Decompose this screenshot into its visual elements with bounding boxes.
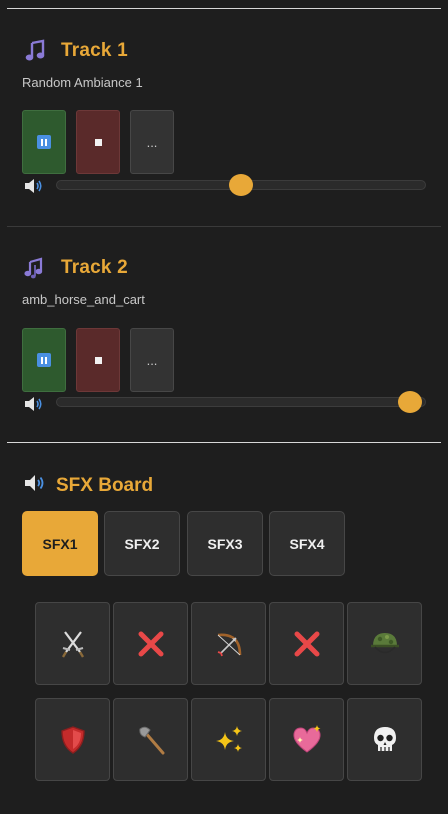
- track-2-volume-knob[interactable]: [398, 391, 423, 413]
- track-1-pause-button[interactable]: [22, 110, 66, 174]
- cross-mark-icon: [138, 631, 164, 657]
- track-2-volume-slider[interactable]: [56, 391, 426, 413]
- sfx-axe-button[interactable]: [113, 698, 188, 781]
- top-divider: [7, 8, 441, 9]
- sfx-skull-button[interactable]: [347, 698, 422, 781]
- track-2-stop-button[interactable]: [76, 328, 120, 392]
- bow-and-arrow-icon: [214, 629, 244, 659]
- sparkling-heart-icon: [291, 724, 323, 755]
- tab-sfx4[interactable]: SFX4: [269, 511, 345, 576]
- track-2-header: Track 2: [22, 255, 128, 281]
- pause-icon: [37, 135, 51, 149]
- tab-sfx1[interactable]: SFX1: [22, 511, 98, 576]
- track-2-pause-button[interactable]: [22, 328, 66, 392]
- track-1-subtitle: Random Ambiance 1: [22, 75, 143, 90]
- track-divider: [7, 226, 441, 227]
- track-2-more-button[interactable]: ...: [130, 328, 174, 392]
- speaker-icon: [24, 474, 46, 497]
- track-1-header: Track 1: [22, 38, 128, 64]
- skull-icon: [372, 726, 398, 754]
- sfx-shield-button[interactable]: [35, 698, 110, 781]
- sfx-divider: [7, 442, 441, 443]
- sfx-sparkles-button[interactable]: [191, 698, 266, 781]
- track-1-volume-knob[interactable]: [229, 174, 253, 196]
- track-1-title: Track 1: [61, 40, 128, 61]
- sfx-military-helmet-button[interactable]: [347, 602, 422, 685]
- music-note-icon: [22, 38, 48, 64]
- sfx-sparkling-heart-button[interactable]: [269, 698, 344, 781]
- stop-icon: [94, 138, 102, 146]
- sfx-board-header: SFX Board: [24, 474, 153, 497]
- music-notes-icon: [22, 255, 48, 281]
- sfx-crossed-swords-button[interactable]: [35, 602, 110, 685]
- sfx-cross-mark-button-1[interactable]: [113, 602, 188, 685]
- shield-icon: [60, 725, 85, 754]
- track-1-more-button[interactable]: ...: [130, 110, 174, 174]
- track-1-stop-button[interactable]: [76, 110, 120, 174]
- sfx-board-title: SFX Board: [56, 474, 154, 496]
- track-1-volume-icon[interactable]: [24, 178, 44, 194]
- sfx-cross-mark-button-2[interactable]: [269, 602, 344, 685]
- tab-sfx2[interactable]: SFX2: [104, 511, 180, 576]
- track-2-subtitle: amb_horse_and_cart: [22, 292, 145, 307]
- tab-sfx3[interactable]: SFX3: [187, 511, 263, 576]
- sfx-bow-and-arrow-button[interactable]: [191, 602, 266, 685]
- track-1-volume-slider[interactable]: [56, 174, 426, 196]
- pause-icon: [37, 353, 51, 367]
- track-2-volume-icon[interactable]: [24, 396, 44, 412]
- stop-icon: [94, 356, 102, 364]
- cross-mark-icon: [294, 631, 320, 657]
- crossed-swords-icon: [60, 630, 86, 658]
- axe-icon: [136, 725, 166, 755]
- track-2-title: Track 2: [61, 257, 128, 278]
- sparkles-icon: [213, 724, 245, 756]
- military-helmet-icon: [370, 629, 400, 659]
